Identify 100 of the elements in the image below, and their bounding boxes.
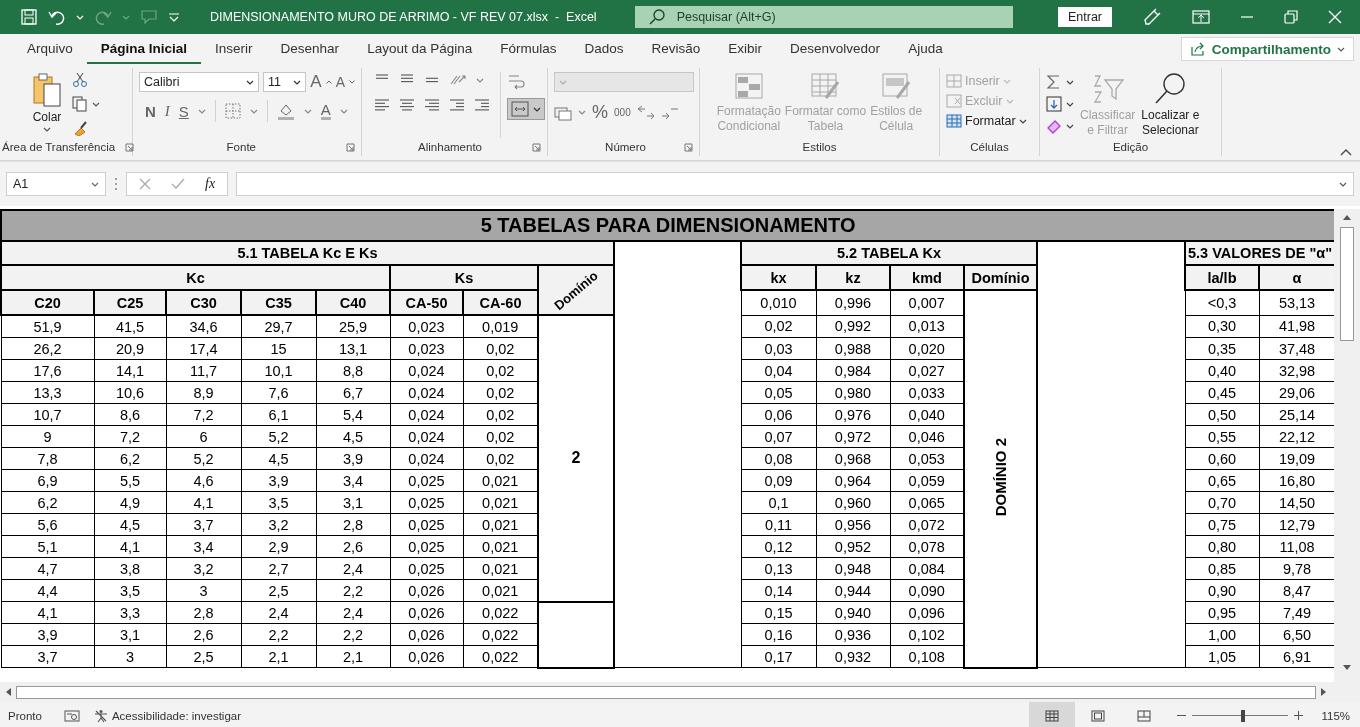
- table-cell: 3,5: [241, 491, 316, 514]
- caret-icon[interactable]: [1339, 181, 1347, 187]
- customize-toolbar-icon[interactable]: [168, 12, 180, 22]
- table-cell: 13,3: [1, 381, 94, 404]
- font-size-field[interactable]: 11: [262, 72, 307, 92]
- menu-tab[interactable]: Desenvolvedor: [776, 34, 895, 64]
- caret-icon[interactable]: [1066, 79, 1074, 85]
- zoom-in-icon[interactable]: [1294, 711, 1304, 720]
- align-center-icon[interactable]: [399, 98, 415, 112]
- increase-indent-icon[interactable]: [474, 98, 490, 112]
- scissors-icon[interactable]: [72, 72, 88, 88]
- sign-in-button[interactable]: Entrar: [1058, 7, 1112, 27]
- caret-icon[interactable]: [1337, 46, 1345, 52]
- table-cell: 3,4: [166, 535, 241, 558]
- thousands-button[interactable]: 000: [614, 107, 631, 118]
- caret-icon[interactable]: [91, 181, 99, 187]
- menu-tab[interactable]: Fórmulas: [486, 34, 571, 64]
- caret-icon[interactable]: [1066, 101, 1074, 107]
- align-right-icon[interactable]: [424, 98, 440, 112]
- up-chevron-icon[interactable]: [325, 80, 332, 84]
- dialog-launcher-icon[interactable]: [532, 142, 541, 152]
- accessibility-button[interactable]: Acessibilidade: investigar: [93, 708, 241, 723]
- slider-thumb[interactable]: [1241, 709, 1246, 722]
- group-label: Fonte: [226, 141, 256, 153]
- underline-button[interactable]: S: [178, 102, 189, 120]
- italic-button[interactable]: I: [164, 102, 170, 120]
- autosum-icon[interactable]: [1046, 74, 1062, 90]
- caret-icon[interactable]: [92, 101, 100, 107]
- increase-decimal-icon[interactable]: [636, 104, 655, 121]
- name-box[interactable]: A1: [6, 172, 106, 196]
- font-color-button[interactable]: A: [320, 102, 331, 120]
- dialog-launcher-icon[interactable]: [125, 142, 135, 152]
- table-cell: 4,9: [94, 491, 166, 514]
- zoom-level[interactable]: 115%: [1321, 709, 1350, 722]
- eraser-icon[interactable]: [1046, 118, 1062, 134]
- pen-icon[interactable]: [1142, 7, 1162, 27]
- ribbon-display-icon[interactable]: [1192, 10, 1210, 24]
- caret-icon[interactable]: [43, 127, 51, 132]
- scroll-down-icon[interactable]: [1342, 664, 1352, 672]
- caret-icon[interactable]: [1066, 123, 1074, 129]
- menu-tab[interactable]: Desenhar: [266, 34, 354, 64]
- scroll-right-icon[interactable]: [1320, 687, 1328, 697]
- down-chevron-icon[interactable]: [349, 80, 355, 84]
- macro-record-icon[interactable]: [63, 709, 80, 722]
- close-icon[interactable]: [1328, 10, 1342, 24]
- paste-button[interactable]: Colar: [32, 72, 62, 138]
- scrollbar-thumb[interactable]: [16, 685, 1316, 699]
- table-cell: 17,6: [1, 359, 94, 382]
- menu-tab[interactable]: Inserir: [201, 34, 267, 64]
- copy-icon[interactable]: [72, 96, 88, 112]
- menu-tab[interactable]: Dados: [570, 34, 638, 64]
- menu-tab[interactable]: Exibir: [714, 34, 777, 64]
- decrease-indent-icon[interactable]: [449, 98, 465, 112]
- table-cell: 5,2: [166, 447, 241, 470]
- view-button[interactable]: [1029, 702, 1076, 727]
- zoom-slider[interactable]: [1192, 709, 1289, 722]
- grow-font-button[interactable]: A: [310, 72, 322, 92]
- cells-button[interactable]: Formatar: [946, 114, 1033, 128]
- scroll-left-icon[interactable]: [4, 687, 12, 697]
- grid-icon: [1045, 709, 1060, 722]
- format-painter-icon[interactable]: [72, 120, 88, 136]
- collapse-ribbon-icon[interactable]: [1340, 148, 1352, 156]
- font-name-field[interactable]: Calibri: [139, 72, 259, 92]
- menu-tab[interactable]: Ajuda: [894, 34, 957, 64]
- domain-label: DOMÍNIO 2: [964, 290, 1037, 668]
- scrollbar-thumb[interactable]: [1340, 227, 1354, 341]
- caret-icon[interactable]: [533, 106, 541, 112]
- undo-icon[interactable]: [48, 9, 66, 25]
- menu-tab[interactable]: Revisão: [637, 34, 715, 64]
- caret-icon[interactable]: [293, 79, 302, 85]
- save-icon[interactable]: [20, 8, 38, 26]
- table-cell: 0,1: [741, 491, 816, 514]
- editing-button[interactable]: Localizar e Selecionar: [1141, 72, 1200, 138]
- table-cell: 2,4: [316, 601, 390, 624]
- restore-icon[interactable]: [1284, 10, 1298, 24]
- dialog-launcher-icon[interactable]: [684, 142, 693, 152]
- wrap-text-icon[interactable]: [507, 72, 525, 92]
- align-left-icon[interactable]: [374, 98, 390, 112]
- caret-icon[interactable]: [1018, 118, 1027, 124]
- menu-tab[interactable]: Layout da Página: [353, 34, 487, 64]
- table-cell: 0,90: [1185, 579, 1259, 602]
- search-field[interactable]: Pesquisar (Alt+G): [634, 6, 1013, 28]
- accounting-format-icon[interactable]: [554, 104, 572, 121]
- caret-icon[interactable]: [245, 79, 254, 85]
- check-icon[interactable]: [171, 178, 185, 190]
- insert-function-button[interactable]: fx: [205, 176, 216, 192]
- more-options-icon: [114, 177, 118, 191]
- domain-label: 2: [538, 315, 614, 602]
- share-button[interactable]: Compartilhamento: [1180, 37, 1354, 61]
- table-cell: 1,05: [1185, 645, 1259, 668]
- scroll-up-icon[interactable]: [1342, 213, 1352, 221]
- dialog-launcher-icon[interactable]: [346, 142, 355, 152]
- formula-input[interactable]: [236, 172, 1354, 196]
- fill-down-icon[interactable]: [1046, 96, 1062, 112]
- percent-button[interactable]: %: [592, 102, 608, 123]
- shrink-font-button[interactable]: A: [335, 74, 345, 90]
- bold-button[interactable]: N: [145, 102, 156, 120]
- menu-tab[interactable]: Página Inicial: [86, 34, 202, 64]
- menu-tab[interactable]: Arquivo: [13, 34, 87, 64]
- fill-color-icon[interactable]: [276, 102, 295, 120]
